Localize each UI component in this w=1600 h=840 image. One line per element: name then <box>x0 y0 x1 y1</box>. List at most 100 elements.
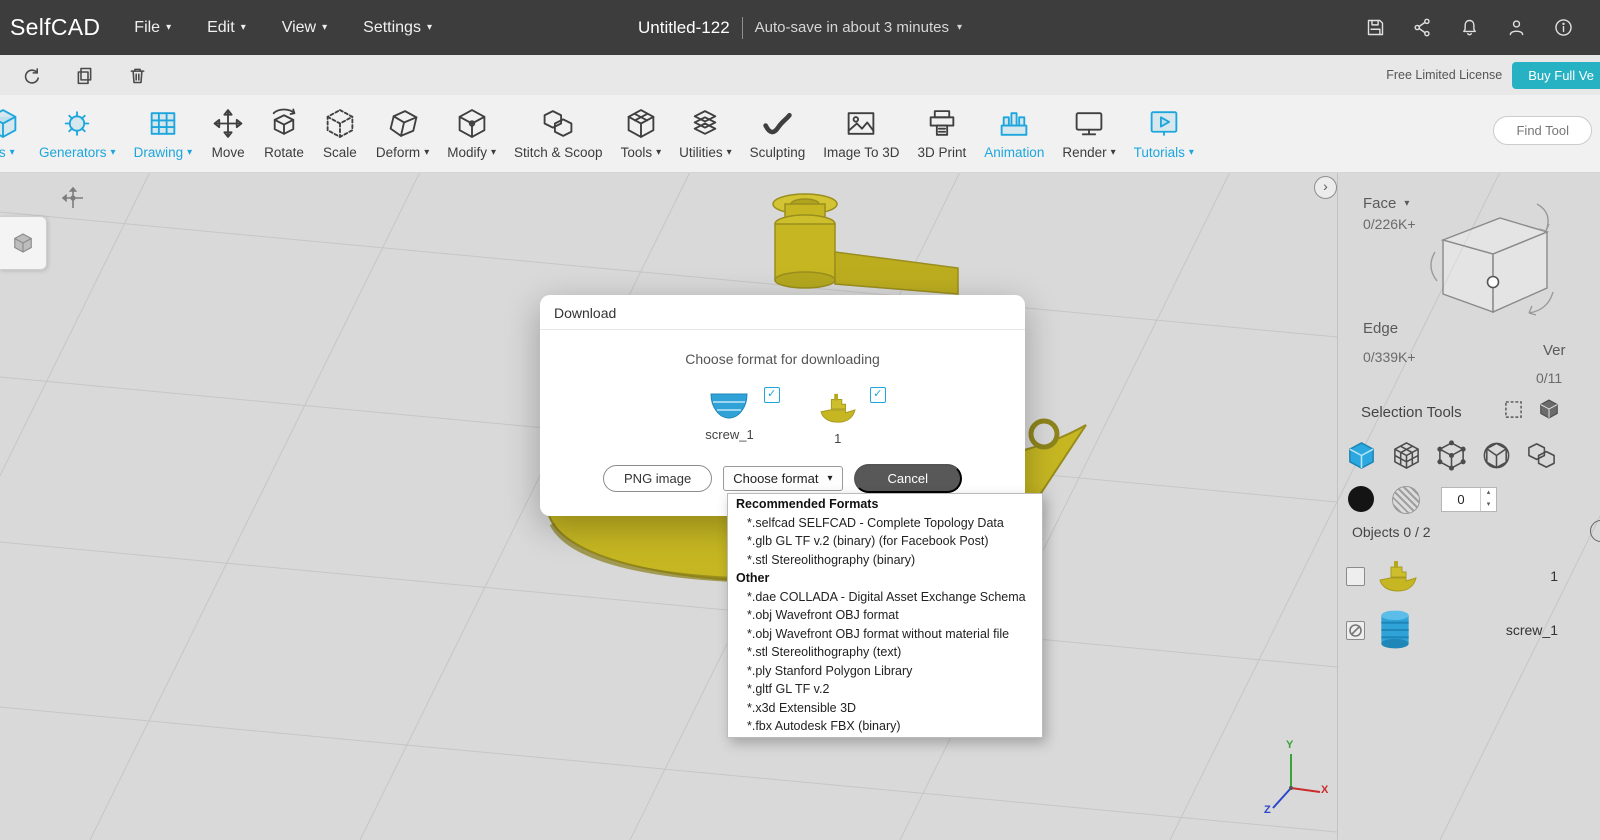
quick-icons <box>21 65 148 86</box>
account-icon[interactable] <box>1506 17 1527 38</box>
item-checkbox-checked[interactable]: ✓ <box>763 387 780 403</box>
item-name: 1 <box>834 431 842 446</box>
help-icon[interactable] <box>1553 17 1574 38</box>
drawing-icon <box>150 112 176 135</box>
object-row-boat[interactable]: 1 <box>1346 552 1558 600</box>
object-name: screw_1 <box>1505 622 1558 638</box>
find-tool-search[interactable]: Find Tool <box>1493 116 1592 145</box>
tool-drawing[interactable]: Drawing ▾ <box>125 107 202 160</box>
menu-file[interactable]: File ▾ <box>134 19 171 37</box>
gizmo-icon[interactable] <box>60 185 86 211</box>
tool-tools[interactable]: Tools ▾ <box>612 107 671 160</box>
download-items: ✓ screw_1 ✓ 1 <box>540 387 1025 446</box>
edge-count: 0/339K+ <box>1363 349 1416 365</box>
format-option-fbx[interactable]: *.fbx Autodesk FBX (binary) <box>728 717 1042 736</box>
spin-down-icon[interactable]: ▾ <box>1481 500 1496 512</box>
vertex-selector[interactable]: Ver <box>1543 342 1566 359</box>
dialog-title: Download <box>540 295 1025 330</box>
format-option-selfcad[interactable]: *.selfcad SELFCAD - Complete Topology Da… <box>728 514 1042 533</box>
tool-render[interactable]: Render ▾ <box>1053 107 1124 160</box>
tool-label: Modify <box>447 145 487 160</box>
item-name: screw_1 <box>705 427 754 442</box>
format-option-stl-binary[interactable]: *.stl Stereolithography (binary) <box>728 551 1042 570</box>
paint-select-icon[interactable] <box>1348 486 1374 512</box>
delete-icon[interactable] <box>127 65 148 86</box>
quick-actions-bar: Free Limited License Buy Full Ve <box>0 55 1600 96</box>
tool-shapes[interactable]: es▾ <box>0 107 30 160</box>
select-cube-vertices-icon[interactable] <box>1436 440 1467 471</box>
mini-cube-icon <box>14 233 32 253</box>
tool-rotate[interactable]: Rotate <box>255 107 313 160</box>
tool-animation[interactable]: Animation <box>975 107 1053 160</box>
tool-stitch-scoop[interactable]: Stitch & Scoop <box>505 107 612 160</box>
object-row-screw[interactable]: screw_1 <box>1346 606 1558 654</box>
tool-sculpting[interactable]: Sculpting <box>741 107 815 160</box>
format-select[interactable]: Choose format ▾ <box>723 466 843 491</box>
autosave-status[interactable]: Auto-save in about 3 minutes ▾ <box>755 19 962 36</box>
tool-scale[interactable]: Scale <box>313 107 367 160</box>
tool-3d-print[interactable]: 3D Print <box>909 107 976 160</box>
sculpting-icon <box>763 112 793 135</box>
document-title[interactable]: Untitled-122 <box>638 18 730 38</box>
select-cube-solid-icon[interactable] <box>1346 440 1377 471</box>
download-item-screw[interactable]: ✓ screw_1 <box>705 387 780 446</box>
floating-mini-panel[interactable] <box>0 216 47 270</box>
tool-move[interactable]: Move <box>201 107 255 160</box>
buy-full-version-button[interactable]: Buy Full Ve <box>1512 61 1600 89</box>
cube-select-icon[interactable] <box>1538 398 1560 420</box>
tool-tutorials[interactable]: Tutorials ▾ <box>1125 107 1203 160</box>
copy-icon[interactable] <box>74 65 95 86</box>
tool-modify[interactable]: Modify ▾ <box>438 107 505 160</box>
caret-down-icon: ▾ <box>110 146 116 158</box>
tool-generators[interactable]: Generators ▾ <box>30 107 125 160</box>
caret-down-icon: ▾ <box>827 472 833 484</box>
format-option-x3d[interactable]: *.x3d Extensible 3D <box>728 699 1042 718</box>
texture-select-icon[interactable] <box>1392 486 1420 514</box>
selection-tools-header: Selection Tools <box>1361 404 1462 421</box>
face-selector[interactable]: Face ▾ <box>1363 195 1409 212</box>
spin-up-icon[interactable]: ▴ <box>1481 488 1496 500</box>
format-option-dae[interactable]: *.dae COLLADA - Digital Asset Exchange S… <box>728 588 1042 607</box>
format-dropdown-list: Recommended Formats *.selfcad SELFCAD - … <box>727 493 1043 738</box>
format-option-gltf[interactable]: *.gltf GL TF v.2 <box>728 680 1042 699</box>
share-icon[interactable] <box>1412 17 1433 38</box>
format-option-ply[interactable]: *.ply Stanford Polygon Library <box>728 662 1042 681</box>
format-option-obj-nomtl[interactable]: *.obj Wavefront OBJ format without mater… <box>728 625 1042 644</box>
visibility-checkbox[interactable] <box>1346 566 1365 586</box>
marquee-select-icon[interactable] <box>1504 400 1523 419</box>
menu-view[interactable]: View ▾ <box>282 19 327 37</box>
tool-label: es <box>0 145 6 160</box>
selection-size-input[interactable]: 0 ▴ ▾ <box>1441 487 1497 512</box>
format-option-glb[interactable]: *.glb GL TF v.2 (binary) (for Facebook P… <box>728 532 1042 551</box>
edge-selector[interactable]: Edge <box>1363 320 1398 337</box>
caret-down-icon: ▾ <box>240 21 246 33</box>
visibility-checkbox-hidden[interactable] <box>1346 620 1365 640</box>
tool-utilities[interactable]: Utilities ▾ <box>670 107 741 160</box>
select-cube-grid-icon[interactable] <box>1391 440 1422 471</box>
format-option-obj[interactable]: *.obj Wavefront OBJ format <box>728 606 1042 625</box>
tool-image-to-3d[interactable]: Image To 3D <box>814 107 908 160</box>
item-checkbox-checked[interactable]: ✓ <box>869 387 886 403</box>
format-option-stl-text[interactable]: *.stl Stereolithography (text) <box>728 643 1042 662</box>
notifications-icon[interactable] <box>1459 17 1480 38</box>
tool-label: Sculpting <box>749 145 806 160</box>
select-cube-cluster-icon[interactable] <box>1526 440 1557 471</box>
redo-icon[interactable] <box>21 65 42 86</box>
axis-triad[interactable]: Y X Z <box>1258 739 1332 817</box>
download-item-boat[interactable]: ✓ 1 <box>816 387 886 446</box>
cancel-button[interactable]: Cancel <box>853 464 962 493</box>
orientation-cube[interactable] <box>1425 192 1565 337</box>
png-image-button[interactable]: PNG image <box>603 465 713 492</box>
tool-deform[interactable]: Deform ▾ <box>367 107 438 160</box>
caret-down-icon: ▾ <box>424 146 430 158</box>
object-name: 1 <box>1550 568 1558 584</box>
menu-settings[interactable]: Settings ▾ <box>363 19 432 37</box>
select-sphere-poly-icon[interactable] <box>1481 440 1512 471</box>
save-icon[interactable] <box>1365 17 1386 38</box>
panel-collapse-button[interactable]: › <box>1314 176 1337 199</box>
top-menubar: SelfCAD File ▾ Edit ▾ View ▾ Settings ▾ Unti… <box>0 0 1600 55</box>
model-screw[interactable] <box>772 193 959 295</box>
format-select-value: Choose format <box>733 471 819 486</box>
menu-edit[interactable]: Edit ▾ <box>207 19 246 37</box>
tool-label: Stitch & Scoop <box>514 145 603 160</box>
